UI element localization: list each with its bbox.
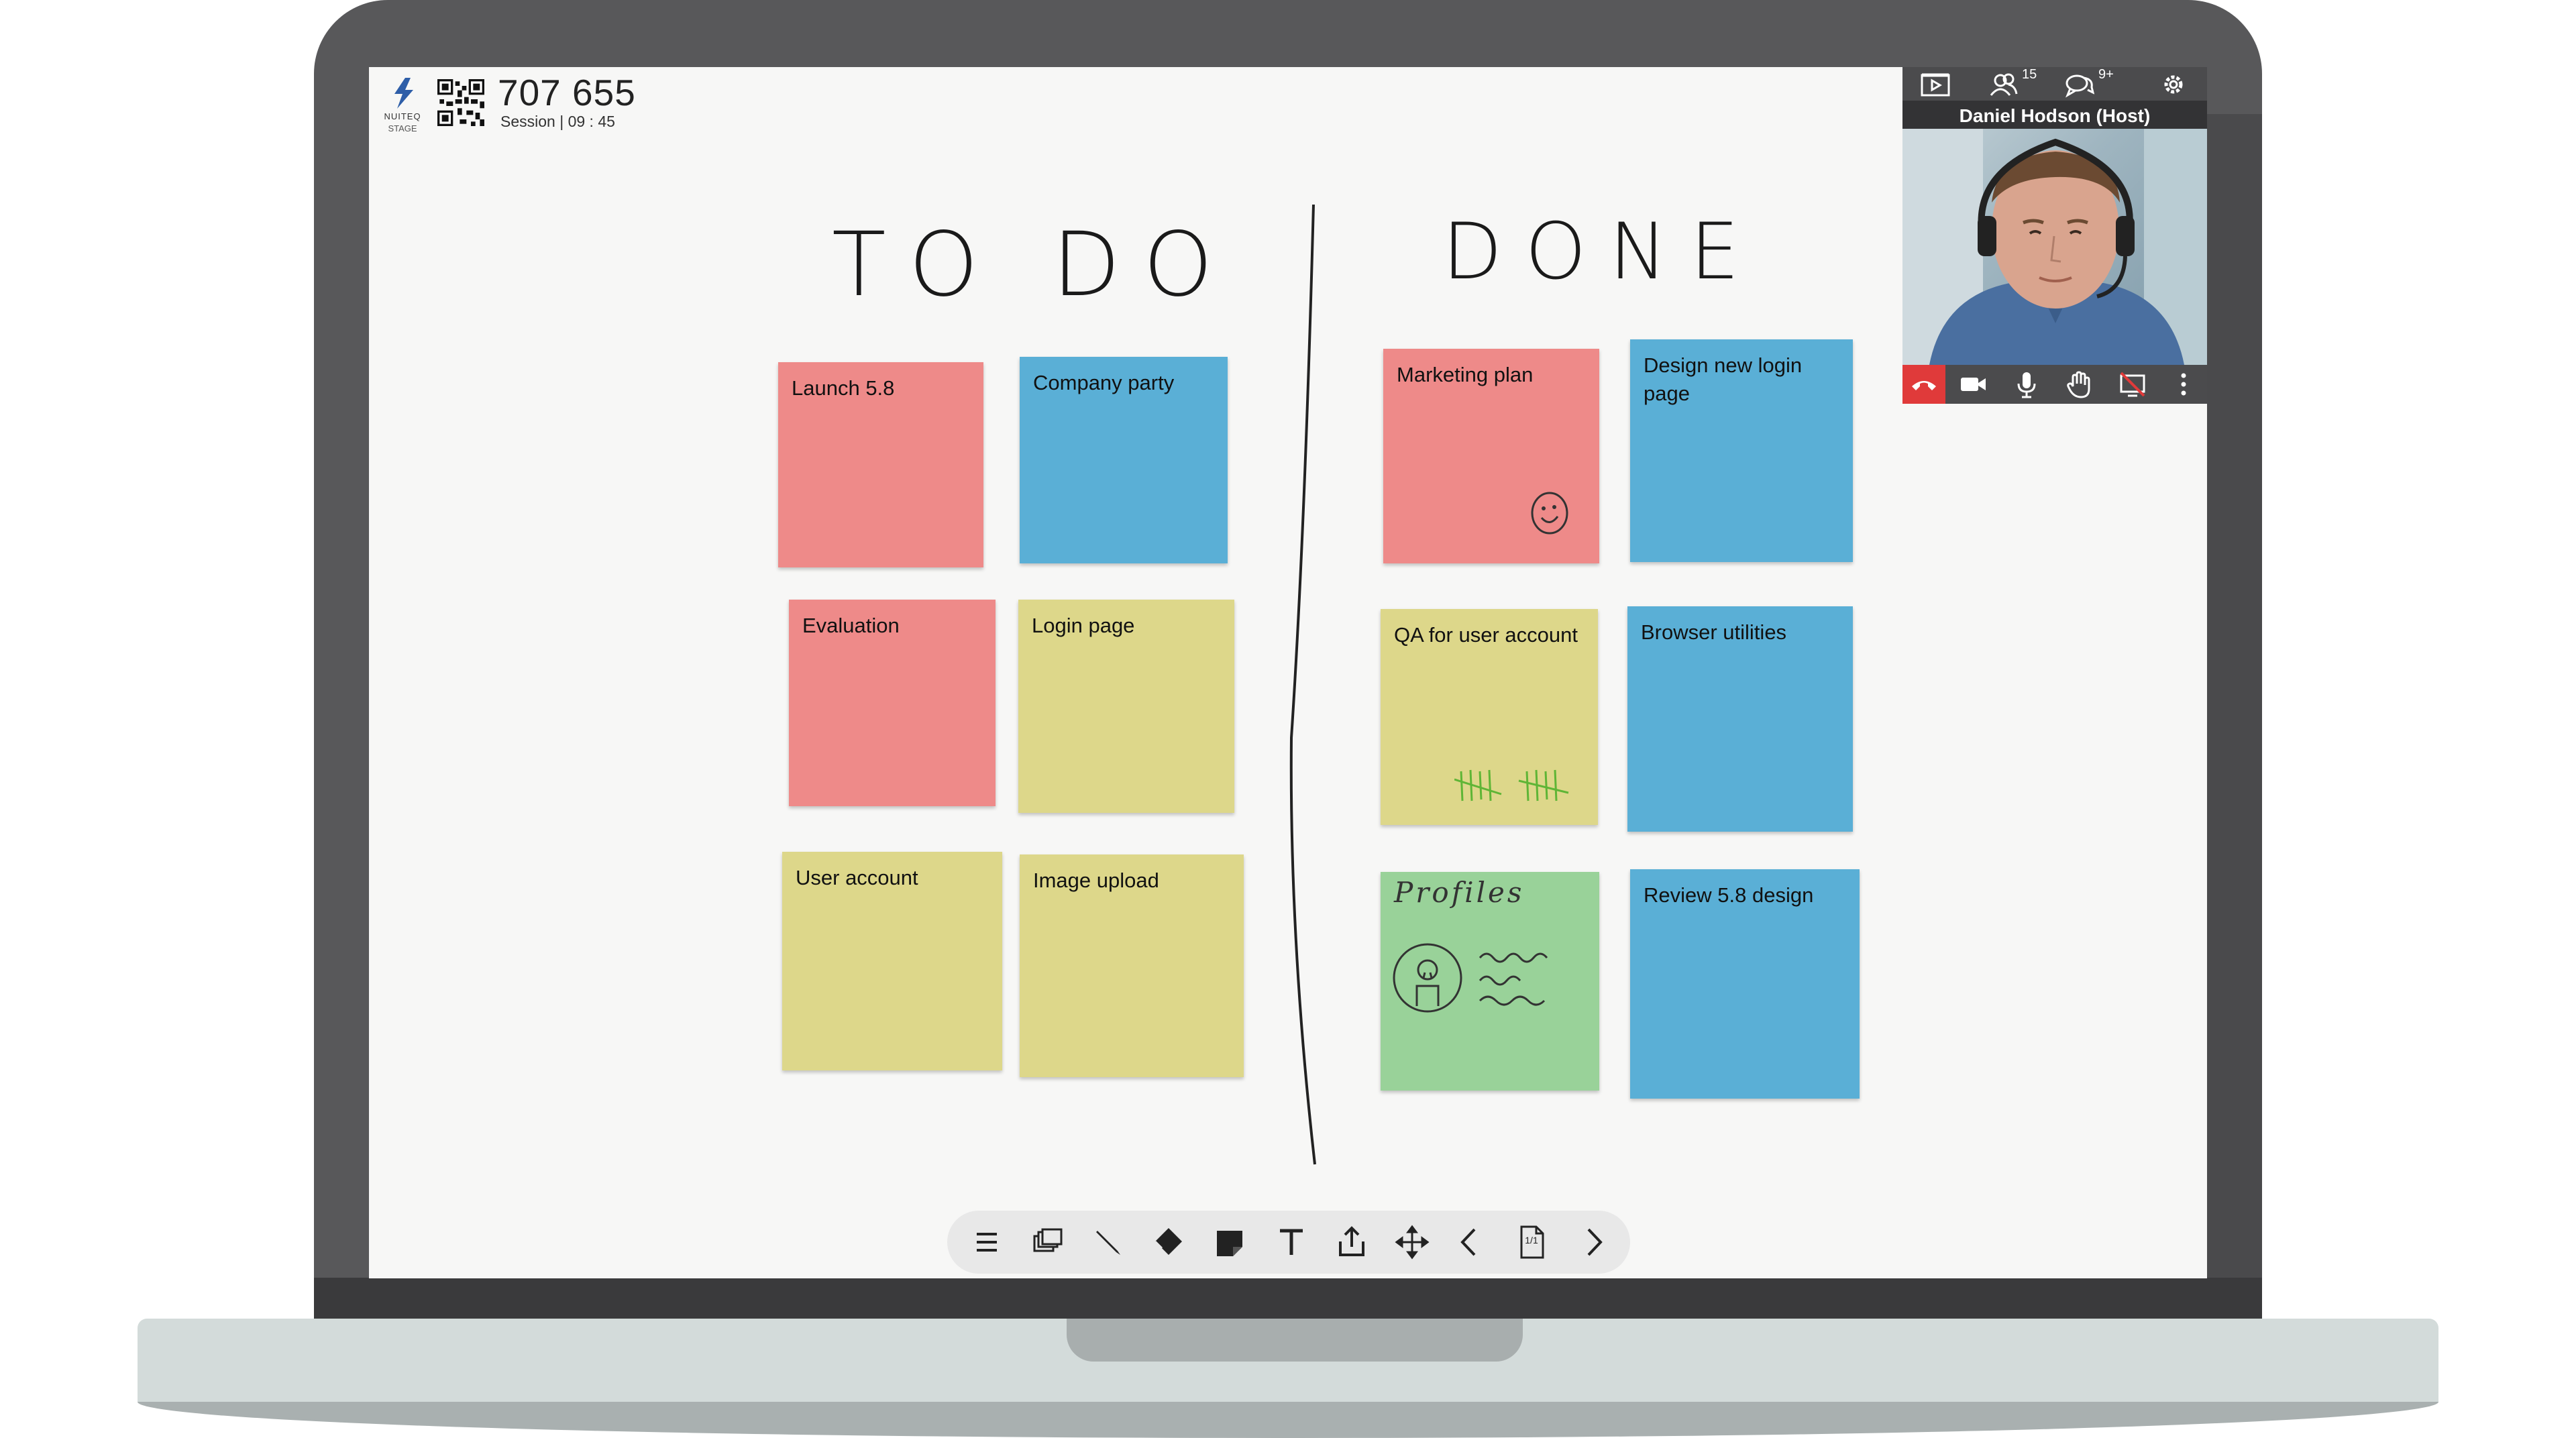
stop-screen-share-icon[interactable] <box>2118 370 2147 398</box>
menu-icon[interactable] <box>967 1223 1006 1262</box>
tally-marks-doodle-icon <box>1454 769 1569 801</box>
note-label: Design new login page <box>1644 353 1803 405</box>
laptop-base-bottom <box>138 1402 2438 1438</box>
smiley-doodle-icon <box>1531 492 1568 535</box>
camera-icon[interactable] <box>1959 370 1987 398</box>
note-label: Image upload <box>1033 869 1159 892</box>
note-label: Review 5.8 design <box>1644 883 1814 907</box>
note-label: QA for user account <box>1394 623 1578 647</box>
participants-icon[interactable] <box>1988 71 2019 98</box>
sticky-note-company-party[interactable]: Company party <box>1020 357 1228 563</box>
participants-count: 15 <box>2022 67 2037 82</box>
bottom-toolbar: 1/1 <box>947 1211 1630 1274</box>
raise-hand-icon[interactable] <box>2065 370 2093 398</box>
note-label: User account <box>796 866 918 889</box>
hang-up-button[interactable] <box>1902 365 1945 404</box>
sticky-note-marketing-plan[interactable]: Marketing plan <box>1383 349 1599 563</box>
settings-gear-icon[interactable] <box>2160 71 2187 98</box>
eraser-icon[interactable] <box>1148 1223 1187 1262</box>
sticky-note-image-upload[interactable]: Image upload <box>1020 854 1244 1077</box>
share-icon[interactable] <box>1332 1223 1371 1262</box>
video-top-bar: 15 9+ <box>1902 67 2207 101</box>
sticky-note-user-account[interactable]: User account <box>782 852 1002 1070</box>
sticky-note-launch[interactable]: Launch 5.8 <box>778 362 983 567</box>
sticky-note-review-design[interactable]: Review 5.8 design <box>1630 869 1860 1099</box>
sticky-note-qa-user-account[interactable]: QA for user account <box>1381 609 1598 825</box>
app-screen: NUITEQ STAGE 707 655 Session | 09 : 45 T… <box>369 67 2207 1278</box>
next-page-icon[interactable] <box>1574 1223 1613 1262</box>
video-call-panel: 15 9+ Daniel Hodson (Host) <box>1902 67 2207 404</box>
note-label: Company party <box>1033 371 1175 394</box>
note-label: Marketing plan <box>1397 363 1534 386</box>
note-label: Profiles <box>1394 876 1525 909</box>
move-icon[interactable] <box>1393 1223 1432 1262</box>
page-indicator: 1/1 <box>1525 1235 1538 1246</box>
host-portrait <box>1902 129 2207 365</box>
note-label: Evaluation <box>802 614 900 637</box>
host-name-label: Daniel Hodson (Host) <box>1902 101 2207 131</box>
sticky-note-browser-utilities[interactable]: Browser utilities <box>1627 606 1853 832</box>
pen-icon[interactable] <box>1088 1223 1127 1262</box>
phone-hangup-icon <box>1912 381 1936 390</box>
sticky-note-login-page[interactable]: Login page <box>1018 600 1234 813</box>
canvases-icon[interactable] <box>1028 1223 1067 1262</box>
note-label: Browser utilities <box>1641 620 1787 644</box>
note-label: Launch 5.8 <box>792 376 895 400</box>
microphone-icon[interactable] <box>2012 370 2041 398</box>
text-icon[interactable] <box>1272 1223 1311 1262</box>
presentation-icon[interactable] <box>1920 71 1951 98</box>
profile-doodle-icon <box>1393 943 1548 1013</box>
more-options-icon[interactable] <box>2169 370 2198 398</box>
video-controls-bar <box>1902 365 2207 404</box>
sticky-note-design-login[interactable]: Design new login page <box>1630 339 1853 562</box>
host-video-feed <box>1902 129 2207 365</box>
chat-count: 9+ <box>2098 67 2114 82</box>
sticky-note-evaluation[interactable]: Evaluation <box>789 600 996 806</box>
sticky-note-icon[interactable] <box>1210 1223 1249 1262</box>
previous-page-icon[interactable] <box>1450 1223 1489 1262</box>
laptop-notch <box>1067 1319 1523 1362</box>
note-label: Login page <box>1032 614 1135 637</box>
chat-icon[interactable] <box>2063 71 2094 98</box>
sticky-note-profiles[interactable]: Profiles <box>1381 872 1599 1091</box>
